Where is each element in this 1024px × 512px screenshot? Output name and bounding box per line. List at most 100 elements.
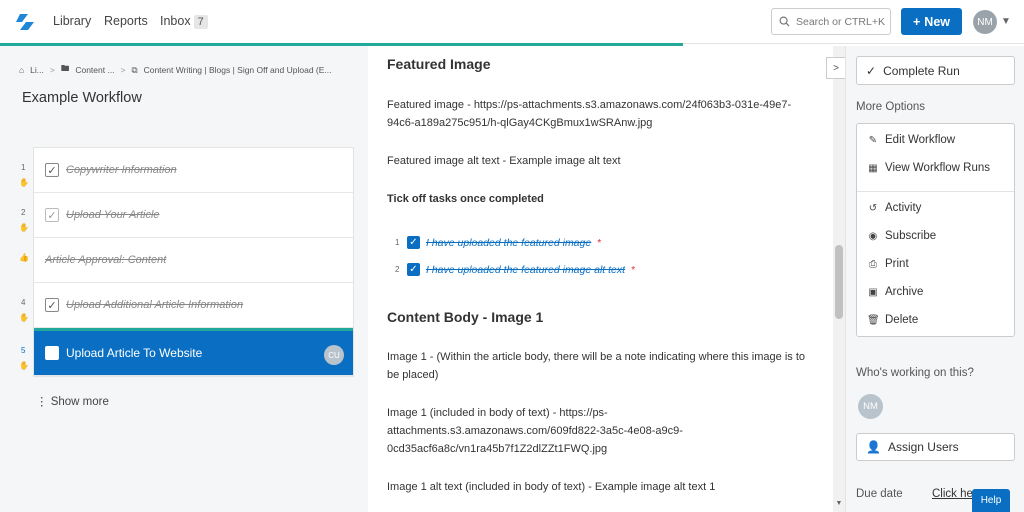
subtask-label: I have uploaded the featured image alt t…: [426, 263, 626, 276]
task-label: Upload Article To Website: [66, 346, 203, 360]
required-mark: *: [631, 263, 636, 276]
delete-label: Delete: [885, 314, 919, 326]
new-button[interactable]: + New: [901, 8, 962, 35]
hand-icon: ✋: [19, 361, 29, 370]
chevron-down-icon[interactable]: ▼: [1001, 16, 1011, 27]
thumbs-up-icon: 👍: [19, 253, 29, 262]
copy-icon: ⧉: [131, 64, 138, 75]
archive-button[interactable]: ▣ Archive: [867, 286, 923, 298]
subtask-item[interactable]: 2 ✓ I have uploaded the featured image a…: [395, 263, 635, 276]
due-date-label: Due date: [856, 488, 903, 500]
task-number: 2: [21, 208, 26, 217]
nav-inbox[interactable]: Inbox 7: [160, 14, 208, 29]
scrollbar-thumb[interactable]: [835, 245, 843, 319]
working-user-avatar: NM: [858, 394, 883, 419]
task-checkbox[interactable]: ✓: [45, 298, 59, 312]
delete-button[interactable]: 🗑 Delete: [867, 314, 918, 326]
search-icon: [779, 16, 790, 27]
task-label: Upload Additional Article Information: [66, 299, 244, 311]
show-more-button[interactable]: ⋮ Show more: [36, 394, 109, 408]
task-checkbox[interactable]: ✓: [45, 208, 59, 222]
assign-users-label: Assign Users: [887, 440, 959, 454]
subtask-checkbox[interactable]: ✓: [407, 236, 420, 249]
top-nav: Library Reports Inbox 7 Search or CTRL+K …: [0, 0, 1024, 44]
hand-icon: ✋: [19, 223, 29, 232]
view-workflow-runs-button[interactable]: ▦ View Workflow Runs: [867, 162, 990, 174]
history-icon: ↺: [868, 202, 878, 214]
task-item[interactable]: 1 ✋ ✓ Copywriter Information: [19, 148, 353, 193]
due-date-link[interactable]: Click he: [932, 488, 973, 500]
task-number: 5: [21, 346, 26, 355]
task-checkbox[interactable]: ✓: [45, 163, 59, 177]
task-item[interactable]: 2 ✋ ✓ Upload Your Article: [19, 193, 353, 238]
pencil-icon: ✎: [868, 134, 878, 146]
task-number: 4: [21, 298, 26, 307]
hand-icon: ✋: [19, 313, 29, 322]
subscribe-button[interactable]: ◉ Subscribe: [867, 230, 937, 242]
task-list: 1 ✋ ✓ Copywriter Information 2 ✋ ✓ Uploa…: [19, 147, 354, 377]
app-logo-icon[interactable]: [14, 10, 38, 34]
help-button[interactable]: Help: [972, 489, 1010, 512]
chevron-right-icon: >: [833, 62, 839, 74]
task-content: Featured Image Featured image - https://…: [368, 46, 845, 512]
more-vertical-icon: ⋮: [36, 396, 48, 408]
task-sidebar: ⌂ Li... > 🖿 Content ... > ⧉ Content Writ…: [0, 46, 368, 512]
inbox-count-badge: 7: [193, 15, 208, 29]
collapse-panel-button[interactable]: >: [826, 57, 846, 79]
more-options-label: More Options: [856, 101, 926, 113]
breadcrumb: ⌂ Li... > 🖿 Content ... > ⧉ Content Writ…: [19, 63, 332, 77]
printer-icon: ⎙: [869, 258, 877, 270]
workflow-title: Example Workflow: [22, 90, 142, 106]
activity-button[interactable]: ↺ Activity: [867, 202, 922, 214]
assignee-avatar: CU: [324, 345, 344, 365]
task-label: Upload Your Article: [66, 209, 160, 221]
eye-icon: ◉: [868, 230, 878, 242]
subscribe-label: Subscribe: [885, 230, 937, 242]
image1-url: Image 1 (included in body of text) - htt…: [387, 407, 683, 455]
assign-users-button[interactable]: 👤 Assign Users: [856, 433, 1015, 461]
trash-icon: 🗑: [867, 314, 880, 326]
nav-library[interactable]: Library: [53, 14, 91, 28]
options-divider: [857, 191, 1014, 192]
nav-reports[interactable]: Reports: [104, 14, 148, 28]
task-item-active[interactable]: 5 ✋ Upload Article To Website CU: [19, 328, 353, 376]
task-item[interactable]: 4 ✋ ✓ Upload Additional Article Informat…: [19, 283, 353, 328]
subtask-label: I have uploaded the featured image: [426, 236, 592, 249]
subtask-number: 2: [395, 265, 400, 274]
hand-icon: ✋: [19, 178, 29, 187]
print-label: Print: [885, 258, 909, 270]
folder-icon: 🖿: [60, 63, 70, 73]
nav-inbox-label: Inbox: [160, 14, 191, 28]
breadcrumb-item-workflow[interactable]: Content Writing | Blogs | Sign Off and U…: [144, 65, 332, 75]
home-icon: ⌂: [19, 65, 25, 75]
edit-workflow-button[interactable]: ✎ Edit Workflow: [867, 134, 955, 146]
check-icon: ✓: [866, 63, 877, 78]
archive-label: Archive: [885, 286, 924, 298]
print-button[interactable]: ⎙ Print: [867, 258, 909, 270]
tick-off-instruction: Tick off tasks once completed: [387, 193, 544, 205]
breadcrumb-separator-icon: >: [120, 65, 126, 75]
user-avatar[interactable]: NM: [973, 10, 997, 34]
subtask-checkbox[interactable]: ✓: [407, 263, 420, 276]
breadcrumb-item-library[interactable]: Li...: [30, 65, 44, 75]
featured-image-alt: Featured image alt text - Example image …: [387, 155, 621, 167]
plus-icon: +: [912, 14, 921, 29]
breadcrumb-item-folder[interactable]: Content ...: [75, 65, 114, 75]
search-placeholder: Search or CTRL+K: [796, 15, 885, 28]
task-number: 1: [21, 163, 26, 172]
required-mark: *: [597, 236, 602, 249]
complete-run-button[interactable]: ✓ Complete Run: [856, 56, 1015, 85]
archive-icon: ▣: [868, 286, 878, 298]
scroll-down-icon[interactable]: ▼: [833, 500, 845, 507]
show-more-label: Show more: [50, 396, 109, 408]
task-item[interactable]: 👍 Article Approval: Content: [19, 238, 353, 283]
task-checkbox[interactable]: [45, 346, 59, 360]
subtask-item[interactable]: 1 ✓ I have uploaded the featured image *: [395, 236, 601, 249]
view-runs-label: View Workflow Runs: [885, 162, 991, 174]
table-icon: ▦: [868, 162, 878, 174]
task-label: Copywriter Information: [66, 164, 177, 176]
content-body-heading: Content Body - Image 1: [387, 309, 544, 325]
search-input[interactable]: Search or CTRL+K: [771, 8, 891, 35]
task-label: Article Approval: Content: [45, 254, 167, 266]
more-options-panel: ✎ Edit Workflow ▦ View Workflow Runs ↺ Acti…: [856, 123, 1015, 337]
